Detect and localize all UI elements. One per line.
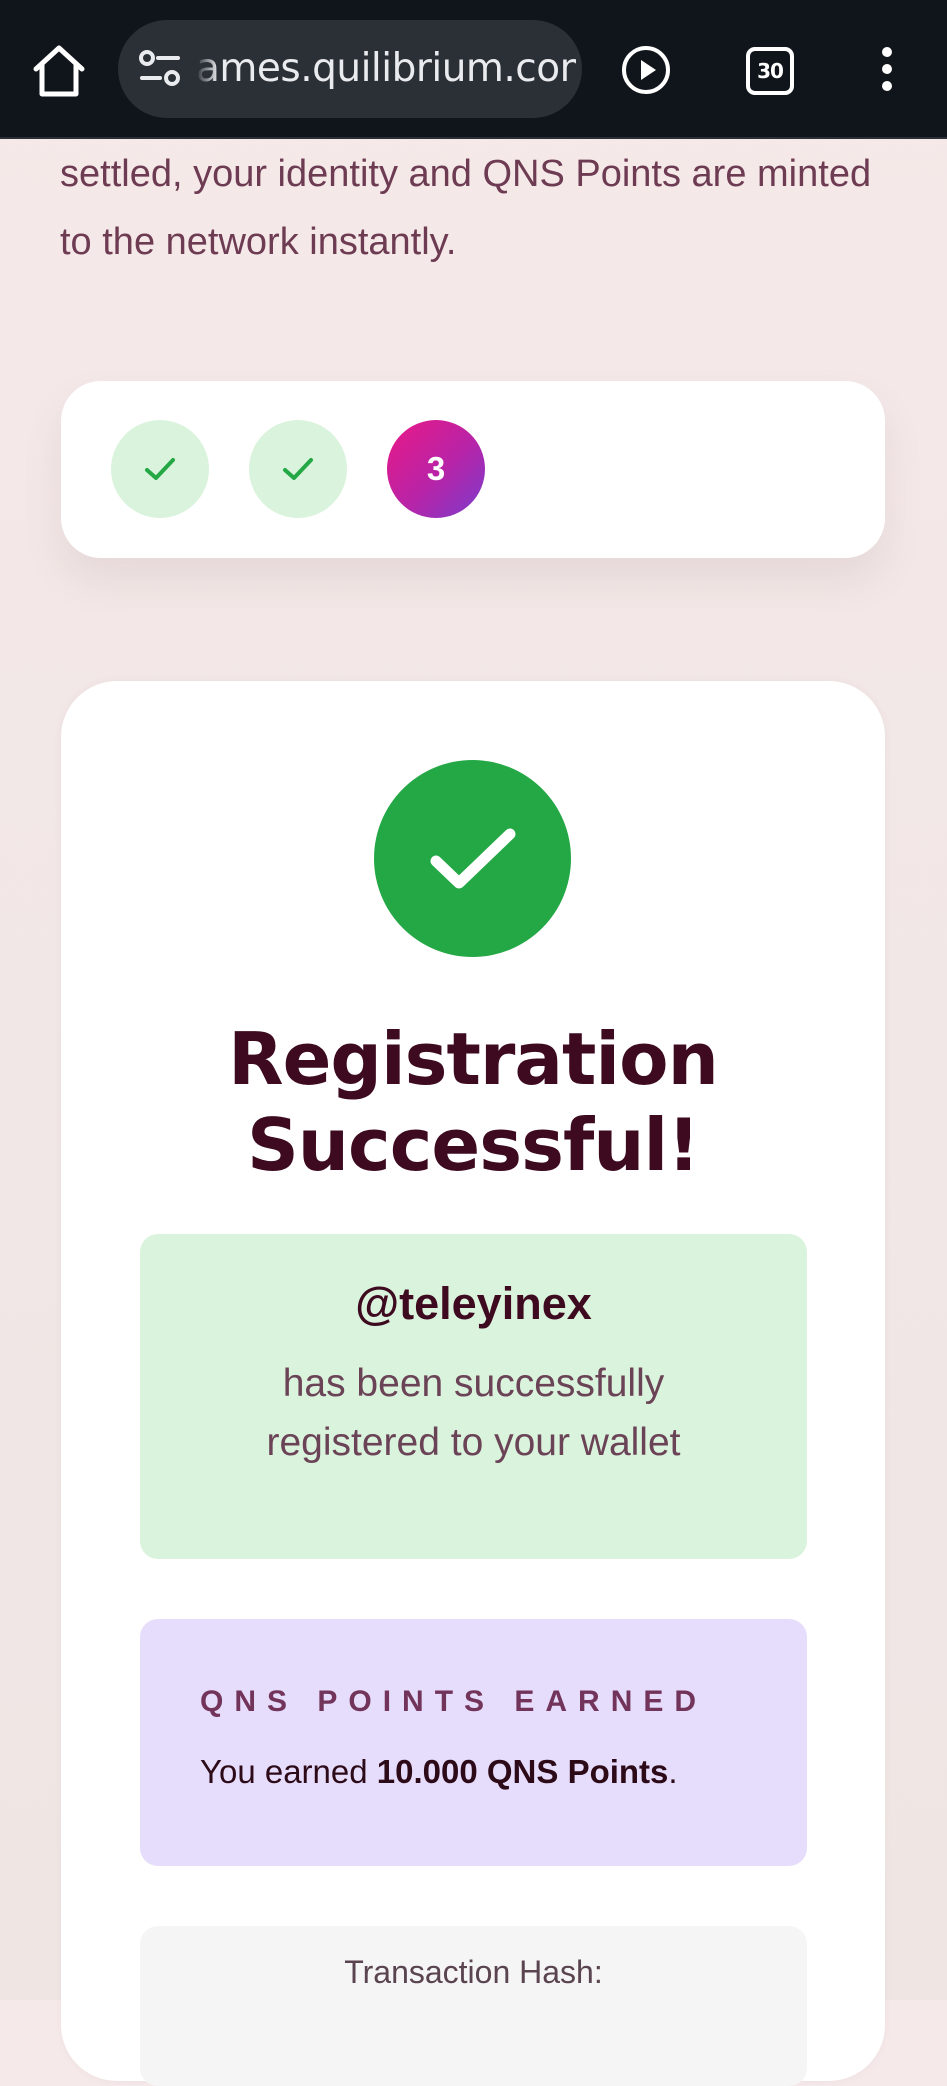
points-suffix: . bbox=[668, 1753, 678, 1790]
title-line-1: Registration bbox=[228, 1017, 719, 1101]
transaction-hash-box: Transaction Hash: bbox=[140, 1926, 807, 2086]
more-menu-icon[interactable] bbox=[872, 44, 902, 94]
points-earned-box: QNS POINTS EARNED You earned 10.000 QNS … bbox=[140, 1619, 807, 1866]
registered-name-box: @teleyinex has been successfully registe… bbox=[140, 1234, 807, 1559]
home-icon[interactable] bbox=[30, 42, 88, 100]
points-heading: QNS POINTS EARNED bbox=[200, 1685, 708, 1718]
site-settings-icon[interactable] bbox=[138, 48, 182, 90]
step-2-complete bbox=[249, 420, 347, 518]
url-text[interactable]: ames.quilibrium.com bbox=[196, 20, 576, 118]
transaction-hash-label: Transaction Hash: bbox=[344, 1954, 603, 1990]
points-earned-text: You earned 10.000 QNS Points. bbox=[200, 1753, 678, 1791]
browser-toolbar: ames.quilibrium.com 30 bbox=[0, 0, 947, 139]
tabs-icon[interactable]: 30 bbox=[746, 47, 794, 95]
check-icon bbox=[283, 458, 313, 480]
points-prefix: You earned bbox=[200, 1753, 377, 1790]
page-title: Registration Successful! bbox=[61, 1016, 885, 1188]
success-card: Registration Successful! @teleyinex has … bbox=[61, 681, 885, 2086]
address-bar[interactable]: ames.quilibrium.com bbox=[118, 20, 582, 118]
progress-stepper: 3 bbox=[61, 381, 885, 558]
username: @teleyinex bbox=[355, 1278, 592, 1329]
points-value: 10.000 QNS Points bbox=[376, 1753, 669, 1790]
success-check-icon bbox=[374, 760, 571, 957]
step-1-complete bbox=[111, 420, 209, 518]
intro-text: settled, your identity and QNS Points ar… bbox=[60, 153, 872, 263]
check-icon bbox=[145, 458, 175, 480]
play-icon[interactable] bbox=[620, 44, 672, 96]
step-3-current: 3 bbox=[387, 420, 485, 518]
registration-message: has been successfully registered to your… bbox=[266, 1362, 681, 1464]
url-fade bbox=[196, 40, 218, 98]
title-line-2: Successful! bbox=[246, 1103, 700, 1187]
